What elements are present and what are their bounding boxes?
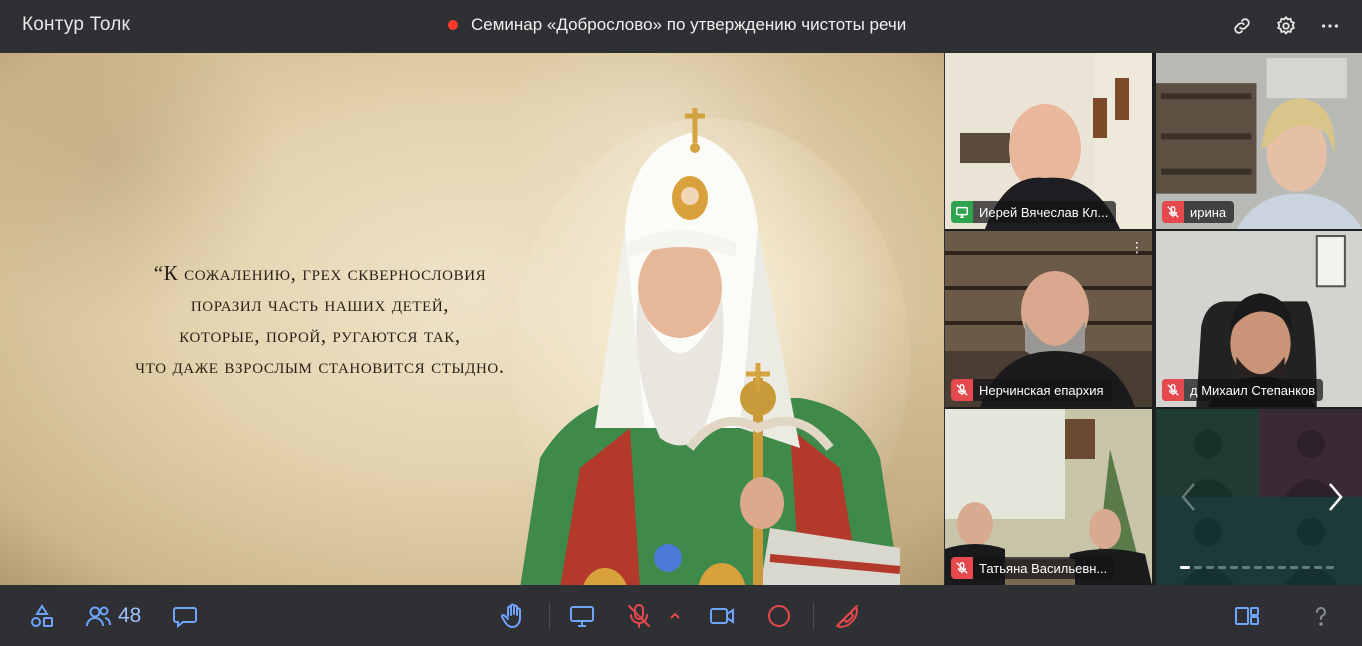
mic-off-icon — [1162, 201, 1184, 223]
page-dot[interactable] — [1266, 566, 1274, 569]
participant-name: д Михаил Степанков — [1190, 382, 1316, 398]
page-dot[interactable] — [1278, 566, 1286, 569]
participant-name-chip: Иерей Вячеслав Кл... — [951, 201, 1117, 223]
more-participants-tile[interactable] — [1156, 409, 1362, 585]
participant-name-chip: Нерчинская епархия — [951, 379, 1112, 401]
participant-tile[interactable]: Татьяна Васильевн... — [945, 409, 1152, 585]
participant-tile[interactable]: Иерей Вячеслав Кл... — [945, 53, 1152, 229]
page-dot[interactable] — [1314, 566, 1322, 569]
meeting-title: Семинар «Доброслово» по утверждению чист… — [471, 15, 907, 34]
hang-up-icon[interactable] — [833, 600, 861, 632]
page-dot[interactable] — [1230, 566, 1238, 569]
chevron-left-icon[interactable] — [1174, 477, 1204, 517]
people-icon — [86, 606, 111, 627]
more-options-icon[interactable] — [1316, 12, 1344, 40]
page-dot[interactable] — [1206, 566, 1214, 569]
camera-icon[interactable] — [708, 600, 736, 632]
layout-icon[interactable] — [1233, 600, 1261, 632]
link-icon[interactable] — [1228, 12, 1256, 40]
help-icon[interactable] — [1307, 600, 1335, 632]
bottom-toolbar: 48 — [0, 586, 1362, 646]
chevron-right-icon[interactable] — [1320, 477, 1350, 517]
participant-tile[interactable]: д Михаил Степанков — [1156, 231, 1362, 407]
chevron-up-icon[interactable] — [666, 600, 684, 632]
mic-off-icon[interactable] — [625, 600, 653, 632]
tile-menu-icon[interactable]: ⋮ — [1130, 239, 1144, 256]
divider — [813, 602, 814, 630]
record-icon[interactable] — [765, 600, 793, 632]
raise-hand-icon[interactable] — [499, 600, 527, 632]
shared-screen: “К сожалению, грех сквернословия поразил… — [0, 53, 944, 585]
participant-name-chip: Татьяна Васильевн... — [951, 557, 1116, 579]
participant-tile[interactable]: ирина — [1156, 53, 1362, 229]
mic-off-icon — [951, 379, 973, 401]
avatar-placeholder-icon — [1156, 409, 1259, 497]
divider — [549, 602, 550, 630]
app-brand: Контур Толк — [22, 14, 131, 35]
page-indicator — [1180, 566, 1334, 569]
mic-off-icon — [951, 557, 973, 579]
page-dot[interactable] — [1254, 566, 1262, 569]
participants-button[interactable]: 48 — [84, 600, 141, 632]
participant-grid: Иерей Вячеслав Кл... ирина ⋮ Нерчинская … — [945, 53, 1362, 585]
page-dot[interactable] — [1326, 566, 1334, 569]
participant-name: Нерчинская епархия — [979, 382, 1104, 398]
patriarch-portrait — [510, 108, 910, 585]
participant-name: Татьяна Васильевн... — [979, 560, 1108, 576]
participant-name-chip: д Михаил Степанков — [1162, 379, 1324, 401]
apps-shapes-icon[interactable] — [28, 600, 56, 632]
participants-count: 48 — [118, 604, 142, 627]
meeting-title-group: Семинар «Доброслово» по утверждению чист… — [448, 15, 906, 35]
page-dot[interactable] — [1290, 566, 1298, 569]
mic-off-icon — [1162, 379, 1184, 401]
page-dot[interactable] — [1302, 566, 1310, 569]
participant-tile[interactable]: ⋮ Нерчинская епархия — [945, 231, 1152, 407]
screen-share-icon[interactable] — [568, 600, 596, 632]
chat-icon[interactable] — [171, 600, 199, 632]
recording-indicator-icon — [448, 20, 458, 30]
screen-share-icon — [951, 201, 973, 223]
gear-icon[interactable] — [1272, 12, 1300, 40]
top-actions — [1228, 12, 1344, 40]
avatar-placeholder-icon — [1156, 497, 1259, 585]
top-bar: Контур Толк Семинар «Доброслово» по утве… — [0, 0, 1362, 52]
participant-name: ирина — [1190, 204, 1227, 220]
page-dot[interactable] — [1194, 566, 1202, 569]
page-dot[interactable] — [1242, 566, 1250, 569]
page-dot[interactable] — [1218, 566, 1226, 569]
participant-name: Иерей Вячеслав Кл... — [979, 204, 1109, 220]
participant-name-chip: ирина — [1162, 201, 1235, 223]
page-dot[interactable] — [1180, 566, 1190, 569]
